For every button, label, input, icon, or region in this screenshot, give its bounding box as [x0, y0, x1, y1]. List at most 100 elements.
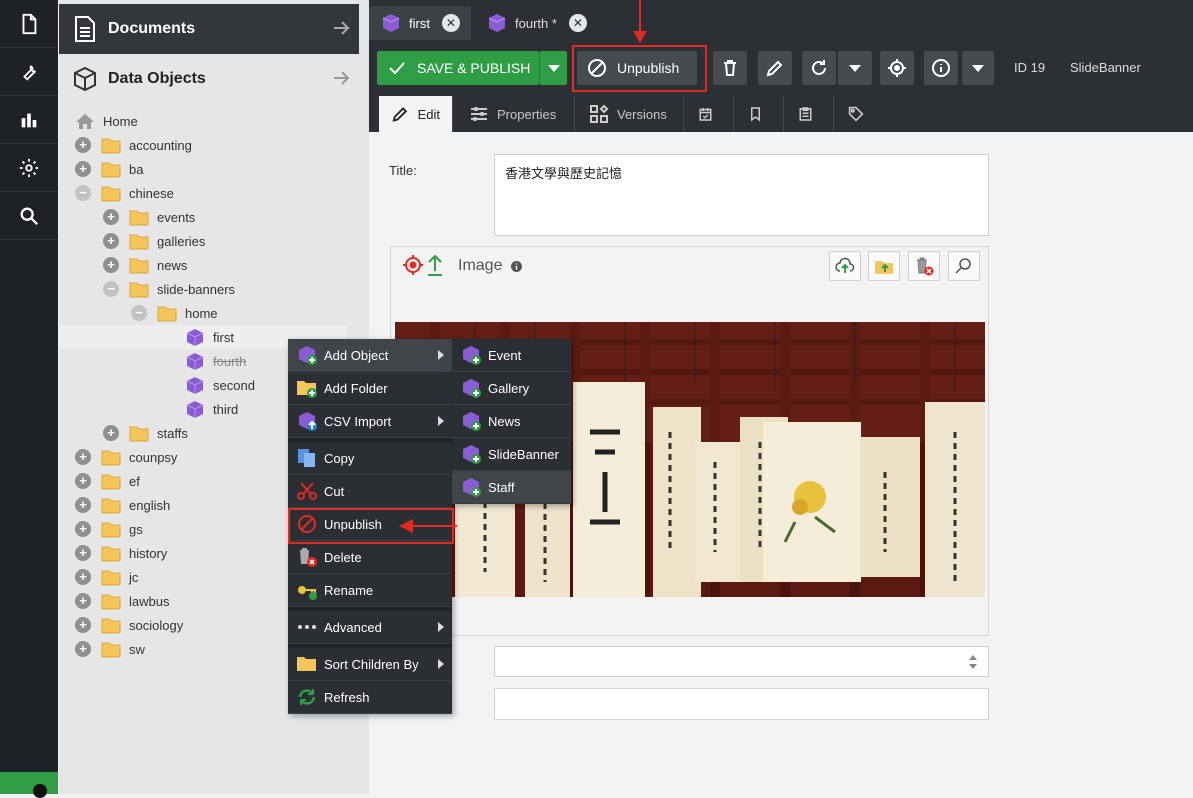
menu-item-sort-children-by[interactable]: Sort Children By: [288, 648, 452, 681]
tab-tags[interactable]: [836, 96, 884, 132]
target-icon[interactable]: [402, 254, 424, 276]
collapse-toggle-icon[interactable]: −: [75, 185, 91, 201]
tree-item-history[interactable]: + history: [75, 541, 167, 565]
upload-image-button[interactable]: [829, 251, 861, 281]
tree-item-ba[interactable]: + ba: [75, 157, 143, 181]
tree-item-events[interactable]: + events: [103, 205, 195, 229]
locate-in-tree-button[interactable]: [880, 51, 914, 85]
expand-toggle-icon[interactable]: +: [75, 641, 91, 657]
open-image-button[interactable]: [948, 251, 980, 281]
folder-icon: [101, 162, 121, 177]
tree-item-sociology[interactable]: + sociology: [75, 613, 183, 637]
tree-item-label: news: [157, 257, 188, 273]
menu-item-rename[interactable]: Rename: [288, 574, 452, 607]
tab-versions[interactable]: Versions: [577, 96, 684, 132]
arrow-right-icon[interactable]: [331, 18, 351, 38]
menu-item-add-folder[interactable]: Add Folder: [288, 372, 452, 405]
spinner-arrows-icon[interactable]: [968, 652, 978, 672]
tree-item-galleries[interactable]: + galleries: [103, 229, 205, 253]
search-asset-button[interactable]: [868, 251, 900, 281]
tree-item-fourth[interactable]: fourth: [185, 349, 246, 373]
tree-item-second[interactable]: second: [185, 373, 255, 397]
expand-toggle-icon[interactable]: +: [75, 569, 91, 585]
submenu-item-staff[interactable]: Staff: [452, 471, 571, 504]
tab-properties[interactable]: Properties: [457, 96, 575, 132]
expand-toggle-icon[interactable]: +: [75, 449, 91, 465]
submenu-item-gallery[interactable]: Gallery: [452, 372, 571, 405]
tab-fourth[interactable]: fourth * ✕: [475, 6, 599, 40]
reload-options-dropdown[interactable]: [838, 51, 872, 85]
expand-toggle-icon[interactable]: +: [103, 209, 119, 225]
tab-first[interactable]: first ✕: [369, 6, 471, 40]
tree-item-third[interactable]: third: [185, 397, 238, 421]
tab-tasks[interactable]: [786, 96, 834, 132]
tree-item-sw[interactable]: + sw: [75, 637, 145, 661]
upload-arrow-icon[interactable]: [426, 253, 444, 277]
rename-button[interactable]: [758, 51, 792, 85]
tab-notes[interactable]: [736, 96, 784, 132]
expand-toggle-icon[interactable]: +: [75, 497, 91, 513]
collapse-toggle-icon[interactable]: −: [103, 281, 119, 297]
arrow-right-icon[interactable]: [331, 68, 351, 88]
tree-item-chinese[interactable]: − chinese: [75, 181, 174, 205]
expand-toggle-icon[interactable]: +: [75, 593, 91, 609]
search-icon: [20, 207, 39, 225]
title-input[interactable]: 香港文學與歷史記憶: [494, 154, 989, 236]
expand-toggle-icon[interactable]: +: [103, 257, 119, 273]
reload-button[interactable]: [802, 51, 836, 85]
info-button[interactable]: [924, 51, 958, 85]
menu-item-add-object[interactable]: Add Object: [288, 339, 452, 372]
expand-toggle-icon[interactable]: +: [75, 617, 91, 633]
tree-item-accounting[interactable]: + accounting: [75, 133, 192, 157]
tree-item-jc[interactable]: + jc: [75, 565, 138, 589]
expand-toggle-icon[interactable]: +: [75, 473, 91, 489]
collapse-toggle-icon[interactable]: −: [131, 305, 147, 321]
documents-panel-header[interactable]: Documents: [59, 4, 359, 54]
text-input[interactable]: [494, 688, 989, 720]
menu-item-advanced[interactable]: Advanced: [288, 611, 452, 644]
tab-edit[interactable]: Edit: [379, 96, 453, 132]
delete-button[interactable]: [713, 51, 747, 85]
number-input[interactable]: [494, 646, 989, 677]
tree-item-counpsy[interactable]: + counpsy: [75, 445, 177, 469]
info-icon[interactable]: [511, 261, 522, 272]
expand-toggle-icon[interactable]: +: [75, 545, 91, 561]
tree-item-home[interactable]: Home: [75, 109, 138, 133]
menu-item-copy[interactable]: Copy: [288, 442, 452, 475]
submenu-item-slidebanner[interactable]: SlideBanner: [452, 438, 571, 471]
csv-import-icon: [296, 410, 318, 432]
close-icon[interactable]: ✕: [441, 14, 460, 32]
tree-item-home[interactable]: − home: [131, 301, 218, 325]
save-options-dropdown[interactable]: [539, 51, 567, 85]
tree-item-lawbus[interactable]: + lawbus: [75, 589, 169, 613]
rail-settings-button[interactable]: [0, 144, 58, 192]
tree-item-english[interactable]: + english: [75, 493, 170, 517]
expand-toggle-icon[interactable]: +: [75, 137, 91, 153]
tree-item-ef[interactable]: + ef: [75, 469, 140, 493]
submenu-item-news[interactable]: News: [452, 405, 571, 438]
close-icon[interactable]: ✕: [568, 14, 587, 32]
expand-toggle-icon[interactable]: +: [75, 521, 91, 537]
rail-documents-button[interactable]: [0, 0, 58, 48]
expand-toggle-icon[interactable]: +: [75, 161, 91, 177]
menu-item-delete[interactable]: Delete: [288, 541, 452, 574]
menu-item-refresh[interactable]: Refresh: [288, 681, 452, 714]
menu-item-csv-import[interactable]: CSV Import: [288, 405, 452, 438]
data-objects-panel-header[interactable]: Data Objects: [59, 54, 359, 104]
tree-item-slide-banners[interactable]: − slide-banners: [103, 277, 235, 301]
notifications-button[interactable]: [0, 772, 58, 794]
menu-item-cut[interactable]: Cut: [288, 475, 452, 508]
save-publish-button[interactable]: SAVE & PUBLISH: [377, 51, 539, 85]
submenu-item-event[interactable]: Event: [452, 339, 571, 372]
info-options-dropdown[interactable]: [962, 51, 994, 85]
tree-item-news[interactable]: + news: [103, 253, 187, 277]
rail-reports-button[interactable]: [0, 96, 58, 144]
expand-toggle-icon[interactable]: +: [103, 425, 119, 441]
tab-schedule[interactable]: [686, 96, 734, 132]
expand-toggle-icon[interactable]: +: [103, 233, 119, 249]
rail-search-button[interactable]: [0, 192, 58, 240]
clear-image-button[interactable]: [908, 251, 940, 281]
tree-item-staffs[interactable]: + staffs: [103, 421, 188, 445]
rail-tools-button[interactable]: [0, 48, 58, 96]
tree-item-gs[interactable]: + gs: [75, 517, 143, 541]
